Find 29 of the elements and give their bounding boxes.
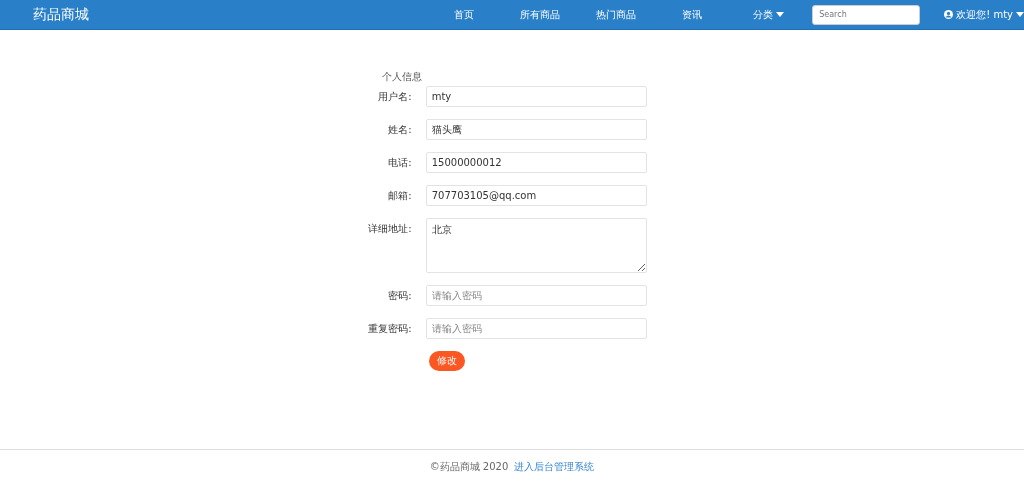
brand-logo[interactable]: 药品商城 bbox=[33, 5, 132, 24]
search-field[interactable]: Search bbox=[812, 4, 921, 25]
caret-icon bbox=[775, 12, 784, 17]
nav-link[interactable]: 所有商品 bbox=[502, 7, 579, 22]
admin-link[interactable]: 进入后台管理系统 bbox=[514, 460, 595, 491]
submit-button[interactable]: 修改 bbox=[429, 351, 465, 371]
nav-link[interactable]: 资讯 bbox=[654, 7, 731, 22]
nav-link[interactable]: 首页 bbox=[426, 7, 503, 22]
user-icon bbox=[944, 10, 954, 19]
input-field[interactable]: 707703105@qq.com bbox=[425, 185, 647, 206]
password-field[interactable]: 请输入密码 bbox=[425, 285, 647, 306]
input-field[interactable]: 15000000012 bbox=[425, 152, 647, 173]
password-field[interactable]: 请输入密码 bbox=[425, 318, 647, 339]
caret-icon bbox=[1016, 12, 1024, 17]
field-label: 邮箱: bbox=[387, 189, 413, 203]
field-label: 重复密码: bbox=[367, 322, 413, 336]
field-label: 电话: bbox=[387, 156, 413, 170]
nav-link[interactable]: 分类 bbox=[730, 7, 807, 22]
field-label: 姓名: bbox=[387, 123, 413, 137]
field-label: 用户名: bbox=[377, 90, 413, 104]
form-title: 个人信息 bbox=[382, 70, 423, 84]
address-field[interactable]: 北京 bbox=[425, 218, 647, 273]
user-menu[interactable]: 欢迎您! mty bbox=[944, 7, 1024, 22]
field-label: 密码: bbox=[387, 289, 413, 303]
field-label: 详细地址: bbox=[367, 222, 413, 236]
input-field[interactable]: mty bbox=[425, 86, 647, 107]
input-field[interactable]: 猫头鹰 bbox=[425, 119, 647, 140]
nav-link[interactable]: 热门商品 bbox=[578, 7, 655, 22]
copyright-text: ©药品商城 2020 bbox=[429, 460, 509, 474]
